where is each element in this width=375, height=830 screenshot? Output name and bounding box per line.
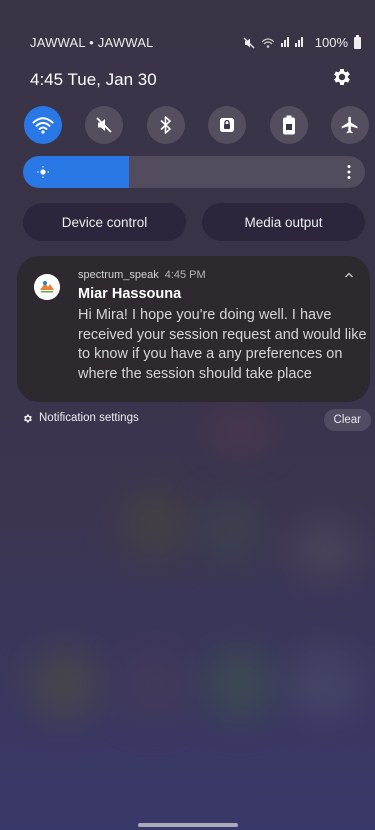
sound-toggle[interactable] [85, 106, 124, 144]
wifi-toggle[interactable] [24, 106, 62, 144]
home-indicator[interactable] [138, 823, 238, 827]
notification-body: Hi Mira! I hope you're doing well. I hav… [78, 307, 367, 382]
status-icons: 100% [243, 34, 361, 50]
background-blur [290, 650, 360, 720]
background-blur [120, 650, 190, 720]
notification-time: 4:45 PM [164, 269, 206, 281]
power-saving-toggle[interactable] [269, 106, 308, 144]
chevron-up-icon[interactable] [344, 270, 354, 280]
signal-icon [280, 35, 309, 50]
device-control-button[interactable]: Device control [23, 203, 186, 241]
sun-icon [37, 166, 49, 178]
panel-buttons-row: Device control Media output [23, 203, 365, 241]
background-blur [290, 520, 360, 580]
rotation-lock-toggle[interactable] [208, 106, 247, 144]
more-options-icon[interactable] [347, 164, 351, 180]
mute-icon [243, 37, 255, 48]
app-icon [34, 274, 60, 300]
background-blur [120, 490, 190, 560]
clear-button[interactable]: Clear [323, 409, 371, 431]
notification-settings-label: Notification settings [39, 412, 139, 424]
background-blur [200, 500, 260, 560]
airplane-icon [341, 116, 358, 134]
carrier-label: JAWWAL • JAWWAL [30, 35, 154, 50]
bluetooth-icon [160, 116, 171, 134]
wifi-call-icon [261, 37, 275, 48]
notification-card[interactable]: spectrum_speak 4:45 PM Miar Hassouna Hi M… [17, 256, 370, 402]
notification-app-name: spectrum_speak [78, 269, 159, 281]
quick-settings-row [24, 106, 369, 144]
sound-mute-icon [96, 117, 113, 133]
notification-settings-button[interactable]: Notification settings [22, 412, 139, 424]
background-blur [205, 650, 275, 720]
bluetooth-toggle[interactable] [146, 106, 185, 144]
airplane-toggle[interactable] [330, 106, 369, 144]
wifi-icon [32, 117, 54, 134]
status-bar: JAWWAL • JAWWAL 100% [0, 0, 375, 50]
notification-header: spectrum_speak 4:45 PM [78, 269, 206, 281]
gear-icon [24, 414, 32, 422]
notification-title: Miar Hassouna [78, 286, 182, 302]
gear-icon[interactable] [331, 66, 353, 88]
notification-footer: Notification settings Clear [22, 408, 371, 434]
power-saving-icon [282, 115, 295, 135]
brightness-slider[interactable] [23, 156, 365, 188]
rotation-lock-icon [220, 118, 235, 132]
date-time: 4:45 Tue, Jan 30 [30, 70, 157, 89]
battery-percent: 100% [314, 35, 348, 50]
battery-icon [354, 34, 361, 49]
background-blur [30, 650, 100, 720]
media-output-button[interactable]: Media output [202, 203, 365, 241]
